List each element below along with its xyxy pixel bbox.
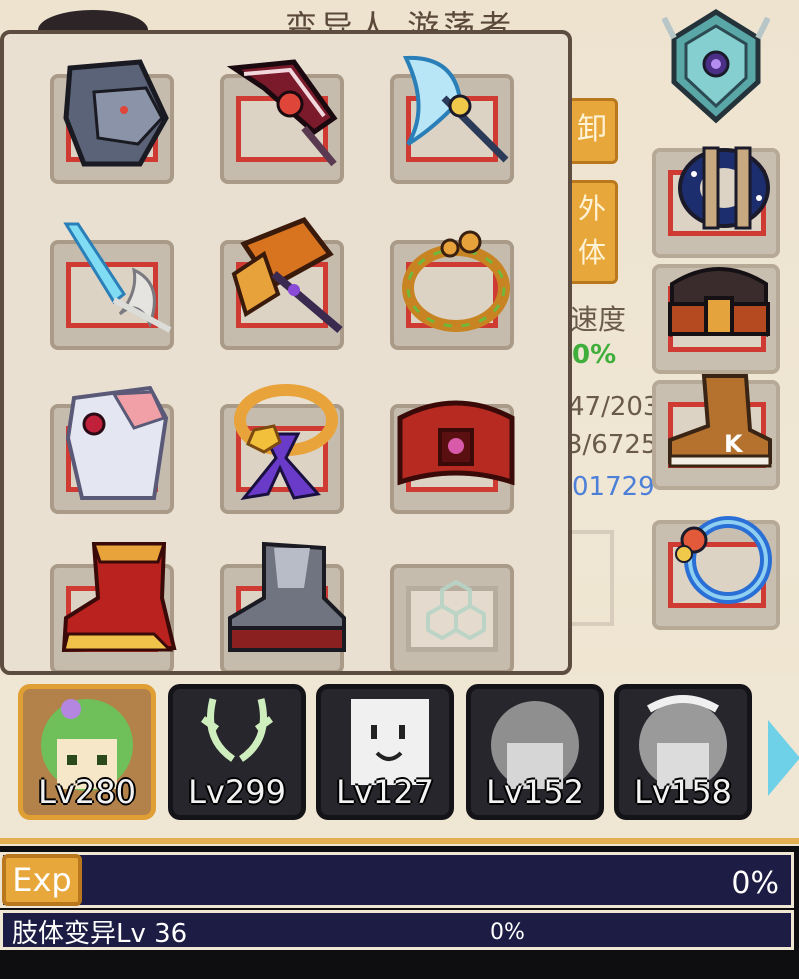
character-card-3[interactable]: Lv127 xyxy=(316,684,454,820)
character-card-5[interactable]: Lv158 xyxy=(614,684,752,820)
flame-hammer-icon xyxy=(231,216,343,334)
character-level: Lv152 xyxy=(486,773,584,811)
item-slot-ice-blade[interactable] xyxy=(50,222,174,350)
leather-belt-icon xyxy=(668,267,770,338)
svg-text:K: K xyxy=(724,430,744,458)
outer-body-button[interactable]: 外 体 xyxy=(566,180,618,284)
vine-ring-icon xyxy=(402,230,510,332)
equipment-selection-panel xyxy=(0,30,572,675)
character-selection-bar: Lv280 Lv299 Lv127 Lv152 Lv158 xyxy=(0,676,799,844)
ice-blade-icon xyxy=(63,222,172,333)
exp-percent: 0% xyxy=(731,866,779,901)
character-card-2[interactable]: Lv299 xyxy=(168,684,306,820)
character-level: Lv299 xyxy=(188,773,286,811)
item-slot-crimson-scepter[interactable] xyxy=(220,59,344,184)
character-card-4[interactable]: Lv152 xyxy=(466,684,604,820)
exp-progress-bar xyxy=(0,852,794,908)
iron-boot-icon xyxy=(228,541,346,652)
item-slot-empty[interactable] xyxy=(390,564,514,671)
equip-slot-belt[interactable] xyxy=(652,264,780,374)
crimson-belt-icon xyxy=(397,400,515,486)
speed-value: 0% xyxy=(572,340,617,370)
starry-bracer-icon xyxy=(678,146,770,230)
item-slot-iron-boot[interactable] xyxy=(220,541,346,671)
star-collar-icon xyxy=(234,384,338,501)
item-slot-crimson-belt[interactable] xyxy=(390,400,515,514)
equip-slot-bracer[interactable] xyxy=(652,146,780,258)
equip-slot-boot[interactable]: K xyxy=(652,374,780,490)
wolf-shield-icon xyxy=(63,59,169,167)
stat-line-3: 01729 xyxy=(572,472,655,502)
stat-line-1: 47/203 xyxy=(568,392,660,422)
stat-line-2: 3/6725 xyxy=(566,430,658,460)
background-frame xyxy=(570,530,614,626)
item-slot-ice-axe[interactable] xyxy=(390,55,514,184)
skill-label: 肢体变异Lv 36 xyxy=(12,919,188,949)
equip-slot-ring[interactable] xyxy=(652,516,780,630)
item-slot-flame-boot[interactable] xyxy=(50,542,177,671)
ice-axe-icon xyxy=(402,55,509,163)
crimson-scepter-icon xyxy=(226,59,338,167)
k-sneaker-icon: K xyxy=(668,374,772,468)
exp-label: Exp xyxy=(2,854,82,906)
character-level: Lv158 xyxy=(634,773,732,811)
item-slot-crystal-gauntlet[interactable] xyxy=(50,385,174,514)
flame-boot-icon xyxy=(61,542,177,653)
azure-ring-icon xyxy=(675,516,772,604)
character-level: Lv280 xyxy=(38,773,136,811)
item-slot-star-collar[interactable] xyxy=(220,384,344,514)
item-slot-flame-hammer[interactable] xyxy=(220,216,344,350)
empty-slot-icon xyxy=(426,579,486,641)
crest-emblem-icon[interactable] xyxy=(662,8,770,124)
character-card-1[interactable]: Lv280 xyxy=(18,684,156,820)
item-slot-vine-ring[interactable] xyxy=(390,230,514,350)
unequip-button[interactable]: 卸 xyxy=(566,98,618,164)
speed-label: 速度 xyxy=(570,303,627,336)
character-level: Lv127 xyxy=(336,773,434,811)
skill-percent: 0% xyxy=(490,920,525,945)
next-character-arrow-icon[interactable] xyxy=(768,720,799,796)
item-slot-wolf-shield[interactable] xyxy=(50,59,174,184)
crystal-gauntlet-icon xyxy=(65,385,169,500)
